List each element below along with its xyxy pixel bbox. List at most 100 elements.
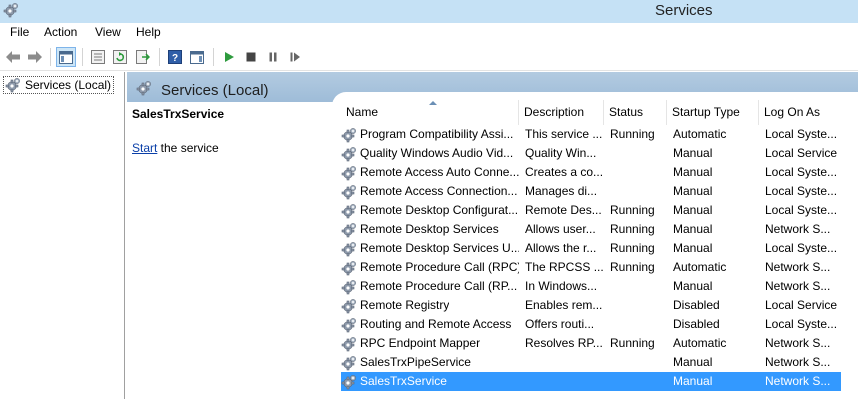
service-log-on-as: Local Syste... — [765, 184, 838, 198]
service-name-cell: Remote Access Connection... — [341, 182, 519, 201]
start-service-link[interactable]: Start — [132, 141, 157, 155]
export-list-button[interactable] — [133, 47, 153, 67]
forward-button[interactable] — [25, 47, 45, 67]
refresh-button[interactable] — [110, 47, 130, 67]
help-button[interactable]: ? — [165, 47, 185, 67]
service-row[interactable]: Routing and Remote Access Offers routi...… — [341, 315, 841, 334]
services-gear-icon — [5, 77, 21, 93]
menu-action[interactable]: Action — [43, 25, 78, 39]
service-description: This service ... — [525, 127, 603, 141]
service-name: Remote Desktop Configurat... — [360, 203, 519, 217]
menu-file[interactable]: File — [9, 25, 30, 39]
service-gear-icon — [341, 317, 357, 333]
service-log-on-as: Network S... — [765, 355, 831, 369]
service-name: Remote Access Connection... — [360, 184, 518, 198]
service-row[interactable]: Remote Desktop Configurat... Remote Des..… — [341, 201, 841, 220]
service-startup-type: Manual — [673, 355, 713, 369]
service-gear-icon — [341, 355, 357, 371]
service-name-cell: Remote Access Auto Conne... — [341, 163, 519, 182]
back-button[interactable] — [3, 47, 23, 67]
svg-text:?: ? — [172, 53, 178, 64]
toolbar-separator — [213, 48, 214, 66]
service-name: Remote Registry — [360, 298, 450, 312]
toolbar-separator — [159, 48, 160, 66]
pause-service-button[interactable] — [263, 47, 283, 67]
service-row[interactable]: Remote Procedure Call (RP... In Windows..… — [341, 277, 841, 296]
service-row[interactable]: Remote Desktop Services U... Allows the r… — [341, 239, 841, 258]
service-status — [610, 315, 670, 334]
restart-service-button[interactable] — [285, 47, 305, 67]
service-row[interactable]: Remote Registry Enables rem... Disabled Loc… — [341, 296, 841, 315]
service-row[interactable]: Quality Windows Audio Vid... Quality Win.… — [341, 144, 841, 163]
service-gear-icon — [341, 127, 357, 143]
service-log-on-as: Local Syste... — [765, 127, 838, 141]
properties-button[interactable] — [88, 47, 108, 67]
service-name-cell: Remote Procedure Call (RPC) — [341, 258, 519, 277]
menu-view[interactable]: View — [94, 25, 122, 39]
service-startup-type: Manual — [673, 165, 713, 179]
service-name: Remote Procedure Call (RPC) — [360, 260, 519, 274]
service-gear-icon — [341, 374, 357, 390]
start-service-button[interactable] — [219, 47, 239, 67]
column-header-startup-type[interactable]: Startup Type — [667, 100, 759, 125]
service-startup-type: Manual — [673, 146, 713, 160]
stop-service-button[interactable] — [241, 47, 261, 67]
show-hide-console-tree-button[interactable] — [56, 47, 76, 67]
service-name-cell: Routing and Remote Access — [341, 315, 519, 334]
service-status: Running — [610, 241, 655, 255]
service-log-on-as: Network S... — [765, 336, 831, 350]
service-startup-type: Automatic — [673, 336, 727, 350]
show-action-pane-button[interactable] — [187, 47, 207, 67]
service-description — [525, 372, 605, 391]
service-name-cell: Remote Desktop Configurat... — [341, 201, 519, 220]
service-name: RPC Endpoint Mapper — [360, 336, 481, 350]
service-gear-icon — [341, 298, 357, 314]
tree-item-services-local[interactable]: Services (Local) — [3, 76, 115, 94]
service-name-cell: SalesTrxService — [341, 372, 519, 391]
service-description: The RPCSS ... — [525, 260, 604, 274]
service-name: Program Compatibility Assi... — [360, 127, 514, 141]
title-bar: Services — [0, 0, 858, 23]
stop-icon — [246, 52, 256, 62]
service-gear-icon — [341, 203, 357, 219]
service-row[interactable]: Remote Procedure Call (RPC) The RPCSS ...… — [341, 258, 841, 277]
service-name-cell: Remote Desktop Services — [341, 220, 519, 239]
back-arrow-icon — [6, 51, 20, 63]
tree-item-label: Services (Local) — [25, 78, 112, 92]
service-description: Resolves RP... — [525, 336, 603, 350]
column-header-log-on-as[interactable]: Log On As — [759, 100, 858, 125]
service-row[interactable]: SalesTrxPipeService Manual Network S... — [341, 353, 841, 372]
service-status: Running — [610, 203, 655, 217]
column-header-description[interactable]: Description — [519, 100, 604, 125]
service-log-on-as: Network S... — [765, 279, 831, 293]
service-name-cell: Remote Desktop Services U... — [341, 239, 519, 258]
service-row[interactable]: SalesTrxService Manual Network S... — [341, 372, 841, 391]
service-gear-icon — [341, 241, 357, 257]
service-status — [610, 182, 670, 201]
service-status — [610, 296, 670, 315]
service-startup-type: Disabled — [673, 298, 720, 312]
service-name: Remote Desktop Services — [360, 222, 499, 236]
service-row[interactable]: Remote Desktop Services Allows user... Run… — [341, 220, 841, 239]
service-row[interactable]: Program Compatibility Assi... This servic… — [341, 125, 841, 144]
menu-bar: File Action View Help — [0, 23, 858, 43]
service-log-on-as: Network S... — [765, 222, 831, 236]
play-icon — [225, 52, 234, 62]
service-startup-type: Manual — [673, 222, 713, 236]
service-row[interactable]: Remote Access Auto Conne... Creates a co.… — [341, 163, 841, 182]
column-header-name[interactable]: Name — [341, 100, 519, 125]
service-name: Quality Windows Audio Vid... — [360, 146, 514, 160]
export-list-icon — [136, 50, 150, 64]
service-log-on-as: Local Syste... — [765, 203, 838, 217]
column-header-status[interactable]: Status — [604, 100, 667, 125]
service-log-on-as: Network S... — [765, 374, 831, 388]
service-startup-type: Automatic — [673, 260, 727, 274]
service-startup-type: Manual — [673, 279, 713, 293]
service-name-cell: Remote Registry — [341, 296, 519, 315]
service-log-on-as: Local Service — [765, 146, 838, 160]
service-row[interactable]: Remote Access Connection... Manages di...… — [341, 182, 841, 201]
menu-help[interactable]: Help — [135, 25, 162, 39]
services-app-icon — [3, 2, 19, 18]
service-description-pane: SalesTrxService Start the service — [127, 102, 332, 399]
service-row[interactable]: RPC Endpoint Mapper Resolves RP... Running… — [341, 334, 841, 353]
